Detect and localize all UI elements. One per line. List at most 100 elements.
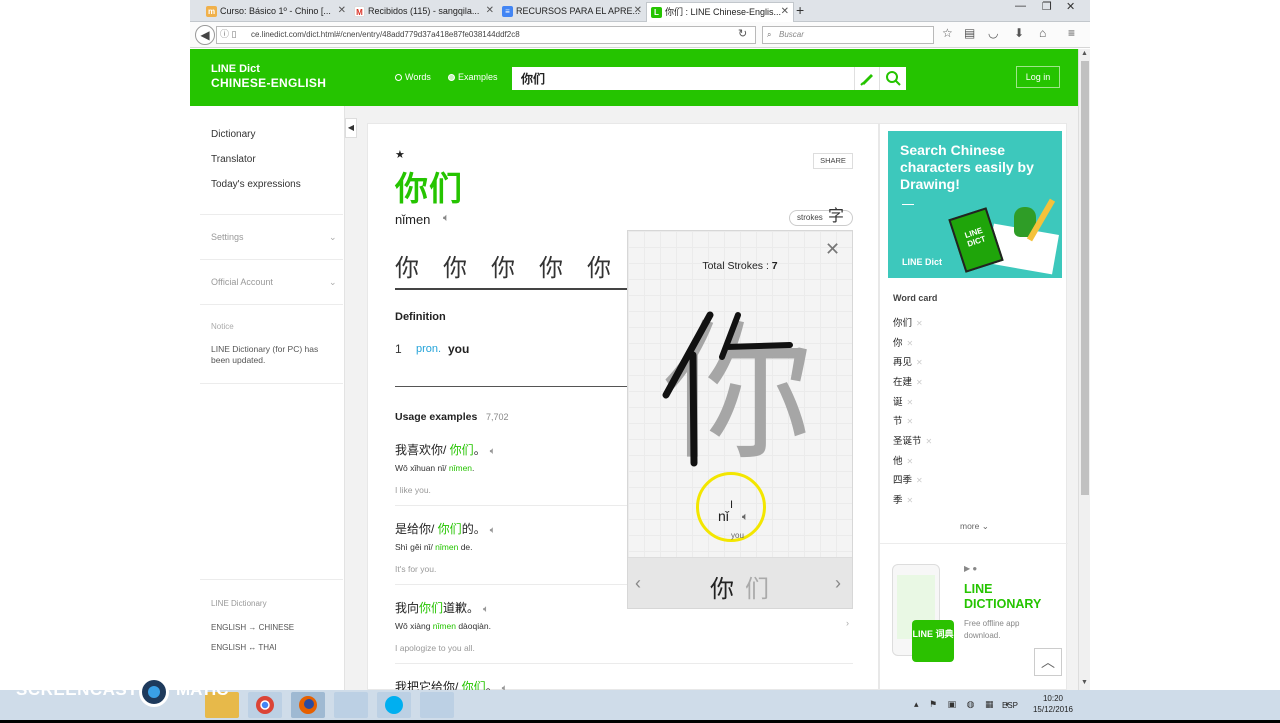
divider [880, 543, 1068, 544]
browser-window: m Curso: Básico 1º - Chino [... ✕ M Reci… [190, 0, 1090, 690]
char-tab-next[interactable]: 们 [745, 569, 769, 604]
handwriting-button[interactable] [854, 67, 879, 90]
bookmark-star-icon[interactable]: ☆ [942, 26, 953, 40]
share-button[interactable]: SHARE [813, 153, 853, 169]
reload-icon[interactable]: ↻ [738, 27, 747, 40]
remove-icon[interactable]: ✕ [907, 496, 914, 505]
download-icon[interactable]: ⬇ [1014, 26, 1024, 40]
app-name[interactable]: LINE DICTIONARY [964, 582, 1066, 612]
address-bar[interactable]: ce.linedict.com/dict.html#/cnen/entry/48… [216, 26, 756, 44]
close-icon[interactable]: ✕ [825, 239, 840, 260]
star-icon[interactable]: ★ [395, 148, 405, 161]
notice-link[interactable]: LINE Dictionary (for PC) has been update… [211, 344, 336, 366]
footer-link-english-chinese[interactable]: ENGLISH → CHINESE [211, 623, 294, 632]
example-chinese[interactable]: 我把它给你/ 你们。 🔈︎ [395, 678, 855, 690]
remove-icon[interactable]: ✕ [907, 417, 914, 426]
word-card-item[interactable]: 四季 ✕ [893, 472, 923, 486]
close-icon[interactable]: ✕ [338, 2, 346, 20]
remove-icon[interactable]: ✕ [926, 437, 933, 446]
speaker-icon[interactable]: 🔈︎ [483, 604, 489, 615]
browser-search-box[interactable]: ⌕ Buscar [762, 26, 934, 44]
collapse-sidebar-button[interactable]: ◀ [345, 118, 357, 138]
speaker-icon[interactable]: 🔈︎ [443, 212, 450, 225]
close-icon[interactable]: ✕ [486, 2, 494, 20]
char-tab-current[interactable]: 你 [710, 569, 734, 604]
chevron-right-icon[interactable]: › [846, 618, 849, 628]
text: 我喜欢你/ [395, 443, 450, 457]
speaker-icon[interactable]: 🔈︎ [490, 446, 496, 457]
radio-icon [448, 74, 455, 81]
back-button[interactable]: ◀ [195, 25, 215, 45]
tab-course[interactable]: m Curso: Básico 1º - Chino [... ✕ [202, 2, 350, 22]
tab-docs[interactable]: ≡ RECURSOS PARA EL APRE... ✕ [498, 2, 646, 22]
close-icon[interactable]: ✕ [634, 2, 642, 20]
tab-gmail[interactable]: M Recibidos (115) - sangqila... ✕ [350, 2, 498, 22]
firefox-icon[interactable] [291, 692, 325, 718]
tab-line-dict[interactable]: L 你们 : LINE Chinese-Englis... ✕ [646, 2, 794, 23]
clock[interactable]: 10:20 15/12/2016 [1030, 693, 1076, 715]
remove-icon[interactable]: ✕ [916, 319, 923, 328]
sidebar-settings[interactable]: Settings ⌄ [211, 232, 337, 242]
menu-icon[interactable]: ≡ [1068, 26, 1075, 40]
scroll-thumb[interactable] [1081, 61, 1089, 495]
home-icon[interactable]: ⌂ [1039, 26, 1046, 40]
page-scrollbar[interactable]: ▲ ▼ [1078, 49, 1090, 690]
remove-icon[interactable]: ✕ [907, 339, 914, 348]
reading-list-icon[interactable]: ▤ [964, 26, 975, 40]
drawing-search-ad[interactable]: Search Chinese characters easily by Draw… [888, 131, 1062, 278]
system-tray[interactable]: ▴ ⚑ ▣ ◍ ▦ ◖ [914, 699, 1013, 710]
mode-words-radio[interactable]: Words [395, 72, 431, 82]
login-button[interactable]: Log in [1016, 66, 1060, 88]
chevron-left-icon[interactable]: ‹ [635, 573, 641, 594]
sidebar-official-account[interactable]: Official Account ⌄ [211, 277, 337, 287]
brand-subtitle[interactable]: CHINESE-ENGLISH [211, 76, 326, 90]
word-card-item[interactable]: 季 ✕ [893, 492, 913, 506]
new-tab-icon[interactable]: + [796, 2, 804, 18]
app-icon[interactable]: LINE 词典 [912, 620, 954, 662]
sidebar-item-dictionary[interactable]: Dictionary [211, 129, 255, 140]
remove-icon[interactable]: ✕ [907, 398, 914, 407]
window-close-icon[interactable]: ✕ [1066, 0, 1075, 13]
language-indicator[interactable]: ESP [1002, 701, 1018, 710]
speaker-icon[interactable]: 🔈︎ [490, 525, 496, 536]
sidebar-item-translator[interactable]: Translator [211, 154, 256, 165]
scroll-down-icon[interactable]: ▼ [1081, 679, 1088, 686]
remove-icon[interactable]: ✕ [916, 476, 923, 485]
search-button[interactable] [879, 67, 906, 90]
scroll-to-top-button[interactable]: ︿ [1034, 648, 1062, 676]
remove-icon[interactable]: ✕ [907, 457, 914, 466]
word-card-item[interactable]: 在建 ✕ [893, 374, 923, 388]
maximize-icon[interactable]: ❐ [1042, 0, 1052, 13]
printer-app-icon[interactable] [334, 692, 368, 718]
remove-icon[interactable]: ✕ [916, 358, 923, 367]
word-card-item[interactable]: 节 ✕ [893, 413, 913, 427]
word-card-item[interactable]: 你 ✕ [893, 335, 913, 349]
snipping-tool-icon[interactable] [420, 692, 454, 718]
skype-icon[interactable] [377, 692, 411, 718]
minimize-icon[interactable]: — [1015, 0, 1026, 12]
word-card-item[interactable]: 圣诞节 ✕ [893, 433, 932, 447]
search-icon: ⌕ [767, 30, 772, 39]
word-card-item[interactable]: 诞 ✕ [893, 394, 913, 408]
brand-logo[interactable]: LINE Dict [211, 63, 260, 75]
chevron-right-icon[interactable]: › [835, 573, 841, 594]
word-card-item[interactable]: 他 ✕ [893, 453, 913, 467]
chrome-icon[interactable] [248, 692, 282, 718]
speaker-icon[interactable]: 🔈︎ [502, 683, 508, 690]
pocket-icon[interactable]: ◡ [988, 26, 998, 40]
word: 你 [893, 338, 903, 349]
scroll-up-icon[interactable]: ▲ [1081, 50, 1088, 57]
headword: 你们 [395, 170, 463, 207]
word-card-item[interactable]: 你们 ✕ [893, 315, 923, 329]
mode-examples-radio[interactable]: Examples [448, 72, 498, 82]
speaker-icon[interactable]: 🔈︎ [742, 511, 749, 524]
character-icon[interactable]: 字 [828, 202, 844, 226]
dictionary-search-input[interactable] [512, 67, 854, 90]
remove-icon[interactable]: ✕ [916, 378, 923, 387]
close-icon[interactable]: ✕ [781, 3, 789, 21]
word-card-item[interactable]: 再见 ✕ [893, 354, 923, 368]
footer-link-english-thai[interactable]: ENGLISH ↔ THAI [211, 643, 277, 652]
sidebar-item-todays-expressions[interactable]: Today's expressions [211, 179, 301, 190]
word-card-more-link[interactable]: more ⌄ [960, 521, 989, 532]
site-info-icon[interactable]: ⓘ ▯ [220, 27, 236, 40]
